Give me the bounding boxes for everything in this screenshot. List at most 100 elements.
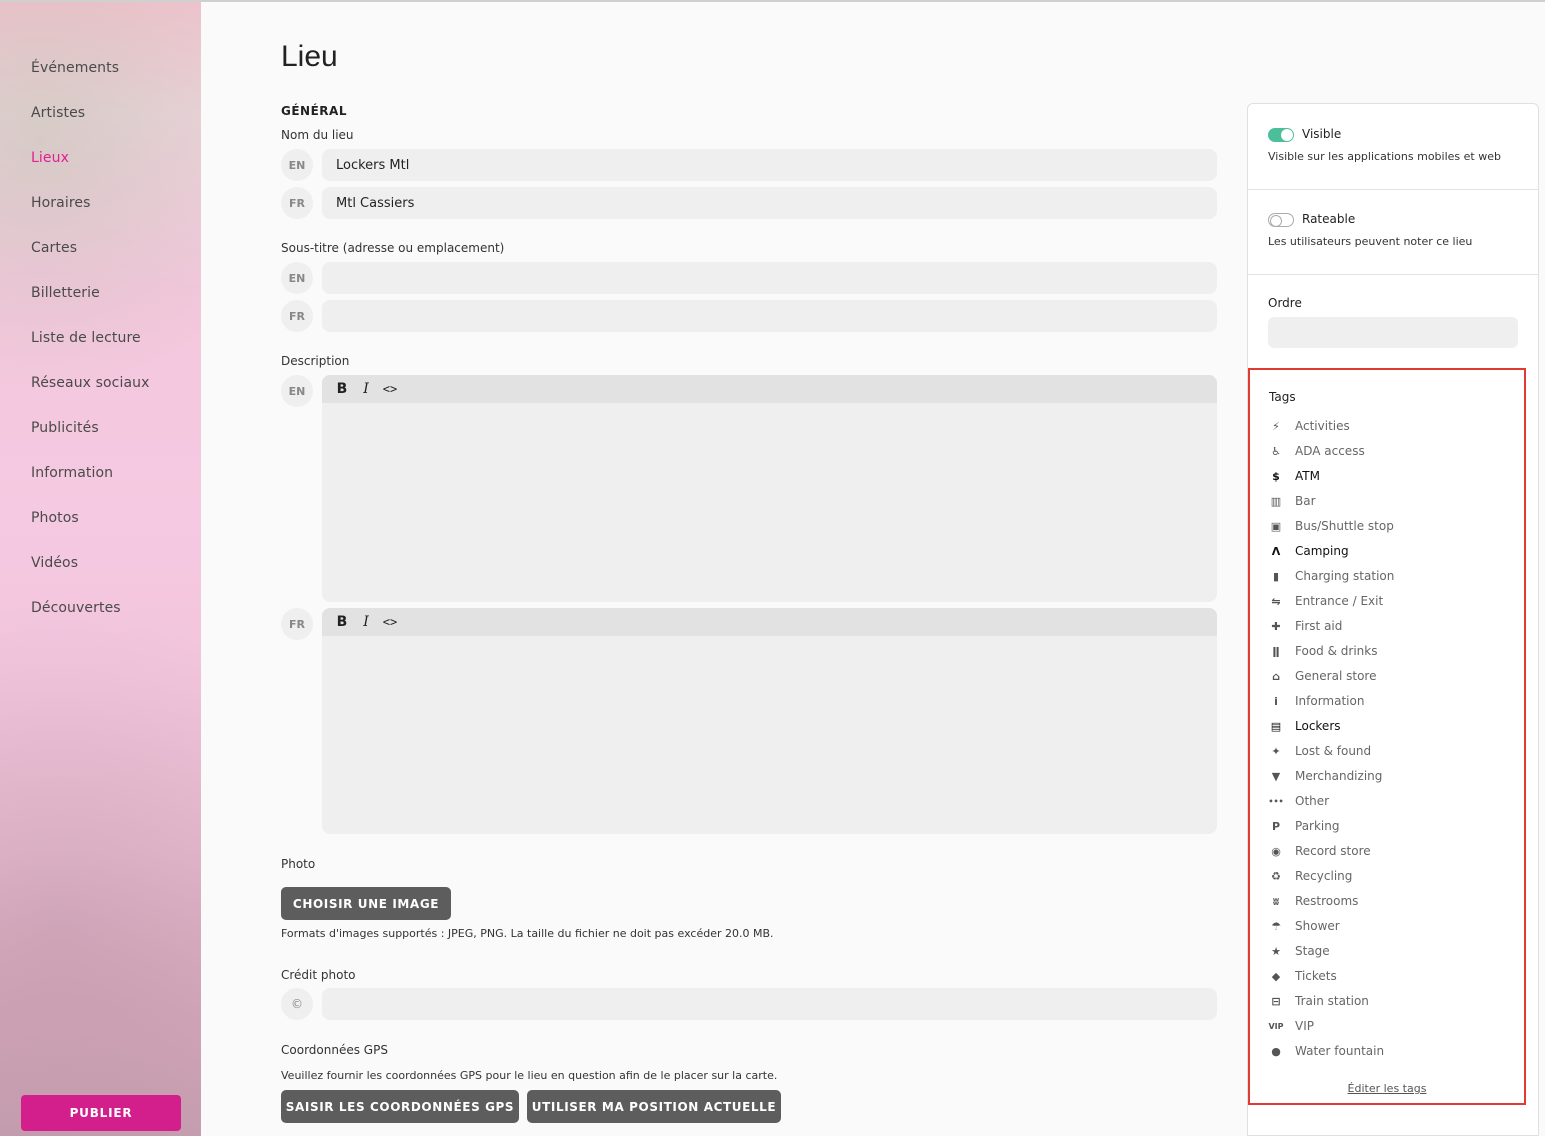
utensils-icon: ǁ <box>1272 644 1280 658</box>
tag-item-other[interactable]: ••• Other <box>1268 792 1329 810</box>
parking-icon: P <box>1271 819 1281 833</box>
tag-item-food-drinks[interactable]: ǁ Food & drinks <box>1269 642 1377 660</box>
visible-toggle[interactable] <box>1268 128 1294 142</box>
tag-item-bar[interactable]: ▥ Bar <box>1269 492 1316 510</box>
subtitle-en-input[interactable] <box>322 262 1217 294</box>
tag-label: Food & drinks <box>1295 644 1378 658</box>
tag-label: Recycling <box>1295 869 1353 883</box>
rateable-toggle[interactable] <box>1268 213 1294 227</box>
battery-icon: ▮ <box>1272 569 1280 583</box>
tag-item-first-aid[interactable]: ✚ First aid <box>1269 617 1342 635</box>
tent-icon: Λ <box>1271 544 1281 558</box>
sidebar-item-reseaux-sociaux[interactable]: Réseaux sociaux <box>31 373 150 418</box>
order-input[interactable] <box>1268 317 1518 348</box>
tag-label: Train station <box>1295 994 1369 1008</box>
tag-label: General store <box>1295 669 1377 683</box>
use-current-location-button[interactable]: UTILISER MA POSITION ACTUELLE <box>527 1090 781 1123</box>
editor-toolbar: B I <> <box>322 608 1217 636</box>
sidebar-item-publicites[interactable]: Publicités <box>31 418 150 463</box>
venue-name-label: Nom du lieu <box>281 128 354 142</box>
photo-credit-input[interactable] <box>322 988 1217 1020</box>
sidebar-item-artistes[interactable]: Artistes <box>31 103 150 148</box>
first-aid-icon: ✚ <box>1271 619 1281 633</box>
top-border <box>0 0 1545 2</box>
tag-item-information[interactable]: i Information <box>1269 692 1364 710</box>
sidebar-item-liste-de-lecture[interactable]: Liste de lecture <box>31 328 150 373</box>
tag-item-activities[interactable]: ⚡ Activities <box>1269 417 1350 435</box>
choose-image-button[interactable]: CHOISIR UNE IMAGE <box>281 887 451 920</box>
venue-name-fr-input[interactable]: Mtl Cassiers <box>322 187 1217 219</box>
store-icon: ⌂ <box>1272 669 1280 683</box>
sidebar-item-horaires[interactable]: Horaires <box>31 193 150 238</box>
tag-item-atm[interactable]: $ ATM <box>1269 467 1320 485</box>
gps-label: Coordonnées GPS <box>281 1043 388 1057</box>
bold-button[interactable]: B <box>334 613 350 631</box>
visible-label: Visible <box>1302 127 1342 141</box>
tag-label: Entrance / Exit <box>1295 594 1384 608</box>
tag-label: Bar <box>1295 494 1316 508</box>
description-en-editor[interactable]: B I <> <box>322 375 1217 602</box>
enter-gps-button[interactable]: SAISIR LES COORDONNÉES GPS <box>281 1090 519 1123</box>
section-general-heading: GÉNÉRAL <box>281 104 347 118</box>
sidebar-item-evenements[interactable]: Événements <box>31 58 150 103</box>
tag-label: Lost & found <box>1295 744 1372 758</box>
code-button[interactable]: <> <box>382 613 398 631</box>
description-fr-editor[interactable]: B I <> <box>322 608 1217 834</box>
italic-button[interactable]: I <box>358 380 374 398</box>
tag-item-merchandizing[interactable]: ▼ Merchandizing <box>1269 767 1383 785</box>
sidebar-nav: Événements Artistes Lieux Horaires Cartes Bil… <box>31 58 150 643</box>
train-icon: ⊟ <box>1271 994 1281 1008</box>
visible-section: Visible Visible sur les applications mob… <box>1248 104 1538 190</box>
tag-item-general-store[interactable]: ⌂ General store <box>1269 667 1376 685</box>
tag-item-tickets[interactable]: ◆ Tickets <box>1269 967 1337 985</box>
tag-item-lockers[interactable]: ▤ Lockers <box>1269 717 1341 735</box>
lang-badge-en: EN <box>281 375 313 407</box>
edit-tags-link[interactable]: Éditer les tags <box>1250 1082 1524 1095</box>
publish-button[interactable]: PUBLIER <box>21 1095 181 1131</box>
sidebar-item-billetterie[interactable]: Billetterie <box>31 283 150 328</box>
tag-item-charging-station[interactable]: ▮ Charging station <box>1269 567 1394 585</box>
sidebar-item-decouvertes[interactable]: Découvertes <box>31 598 150 643</box>
tag-item-lost-found[interactable]: ✦ Lost & found <box>1269 742 1371 760</box>
restroom-icon: ʬ <box>1272 894 1280 908</box>
tag-label: Restrooms <box>1295 894 1359 908</box>
sidebar-item-photos[interactable]: Photos <box>31 508 150 553</box>
tag-item-train-station[interactable]: ⊟ Train station <box>1269 992 1369 1010</box>
code-button[interactable]: <> <box>382 380 398 398</box>
water-drop-icon: ● <box>1271 1044 1281 1058</box>
beer-icon: ▥ <box>1270 494 1282 508</box>
tag-label: ADA access <box>1295 444 1365 458</box>
tag-item-restrooms[interactable]: ʬ Restrooms <box>1269 892 1359 910</box>
venue-name-en-input[interactable]: Lockers Mtl <box>322 149 1217 181</box>
tag-label: VIP <box>1295 1019 1314 1033</box>
lang-badge-fr: FR <box>281 300 313 332</box>
ticket-icon: ◆ <box>1271 969 1281 983</box>
tag-label: Tickets <box>1295 969 1337 983</box>
tag-item-record-store[interactable]: ◉ Record store <box>1269 842 1371 860</box>
tag-item-entrance-exit[interactable]: ⇋ Entrance / Exit <box>1269 592 1383 610</box>
sidebar-item-cartes[interactable]: Cartes <box>31 238 150 283</box>
tag-label: Merchandizing <box>1295 769 1383 783</box>
tag-item-ada-access[interactable]: ♿ ADA access <box>1269 442 1365 460</box>
tag-item-parking[interactable]: P Parking <box>1269 817 1340 835</box>
sidebar-item-lieux[interactable]: Lieux <box>31 148 150 193</box>
tag-item-recycling[interactable]: ♻ Recycling <box>1269 867 1352 885</box>
italic-button[interactable]: I <box>358 613 374 631</box>
tag-item-water-fountain[interactable]: ● Water fountain <box>1269 1042 1384 1060</box>
tag-label: Bus/Shuttle stop <box>1295 519 1394 533</box>
vinyl-icon: ◉ <box>1271 844 1281 858</box>
lang-badge-en: EN <box>281 262 313 294</box>
tag-label: Shower <box>1295 919 1340 933</box>
sidebar-item-information[interactable]: Information <box>31 463 150 508</box>
vip-icon: VIP <box>1268 1021 1284 1031</box>
tag-item-shower[interactable]: ☂ Shower <box>1269 917 1340 935</box>
bold-button[interactable]: B <box>334 380 350 398</box>
subtitle-fr-input[interactable] <box>322 300 1217 332</box>
tag-label: Lockers <box>1295 719 1341 733</box>
tag-item-vip[interactable]: VIP VIP <box>1268 1017 1314 1035</box>
tag-item-camping[interactable]: Λ Camping <box>1269 542 1349 560</box>
tag-item-bus-shuttle-stop[interactable]: ▣ Bus/Shuttle stop <box>1269 517 1394 535</box>
tag-label: Record store <box>1295 844 1371 858</box>
tag-item-stage[interactable]: ★ Stage <box>1269 942 1330 960</box>
sidebar-item-videos[interactable]: Vidéos <box>31 553 150 598</box>
